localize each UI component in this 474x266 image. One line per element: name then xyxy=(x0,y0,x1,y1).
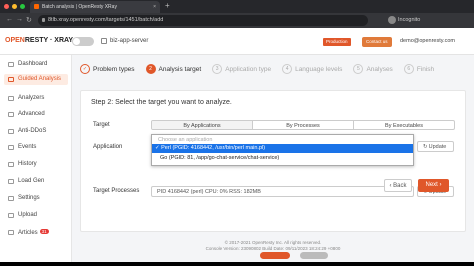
footer-toggle-primary[interactable] xyxy=(260,252,290,259)
target-processes-label: Target Processes xyxy=(93,188,140,194)
sidebar-item-upload[interactable]: Upload xyxy=(4,210,68,221)
history-icon xyxy=(8,162,14,167)
tab-close-icon[interactable]: × xyxy=(153,4,156,10)
guided-analysis-icon xyxy=(8,77,14,82)
next-button[interactable]: Next › xyxy=(418,179,449,192)
new-tab-button[interactable]: + xyxy=(165,1,170,10)
step-panel: Step 2: Select the target you want to an… xyxy=(80,90,466,232)
load-gen-icon xyxy=(8,179,14,184)
footer-toggle-secondary[interactable] xyxy=(300,252,328,259)
back-nav-icon[interactable]: ← xyxy=(6,16,13,23)
target-label: Target xyxy=(93,122,110,128)
application-label: Application xyxy=(93,144,123,150)
target-processes-select[interactable]: PID 4168442 (perl) CPU: 0% RSS: 182MB xyxy=(151,186,414,197)
close-window-icon[interactable] xyxy=(4,4,9,9)
dropdown-placeholder: Choose an application xyxy=(158,137,213,143)
step-application-type: 3 Application type xyxy=(212,64,271,74)
dropdown-option-go[interactable]: Go (PGID: 81, /app/go-chat-service/chat-… xyxy=(160,155,279,161)
sidebar-item-dashboard[interactable]: Dashboard xyxy=(4,59,68,70)
panel-title: Step 2: Select the target you want to an… xyxy=(91,99,232,106)
footer: © 2017-2021 OpenResty Inc. All rights re… xyxy=(72,240,474,251)
sidebar-item-analyzers[interactable]: Analyzers xyxy=(4,93,68,104)
sidebar-item-anti-ddos[interactable]: Anti-DDoS xyxy=(4,126,68,137)
address-bar-row: ← → ↻ 8tlb.xray.openresty.com/targets/14… xyxy=(0,13,474,28)
sidebar: Dashboard Guided Analysis Analyzers Adva… xyxy=(0,55,72,262)
incognito-label: Incognito xyxy=(398,17,421,23)
step-language-levels: 4 Language levels xyxy=(282,64,342,74)
sidebar-item-settings[interactable]: Settings xyxy=(4,193,68,204)
mode-toggle[interactable] xyxy=(72,37,94,46)
server-name[interactable]: biz-app-server xyxy=(110,38,148,44)
sidebar-item-history[interactable]: History xyxy=(4,159,68,170)
reload-icon[interactable]: ↻ xyxy=(26,16,32,24)
step-finish: 6 Finish xyxy=(403,64,434,74)
upload-icon xyxy=(8,213,14,218)
favicon-icon xyxy=(34,4,39,9)
target-segmented-control: By Applications By Processes By Executab… xyxy=(151,120,455,130)
analyzers-icon xyxy=(8,96,14,101)
sidebar-item-events[interactable]: Events xyxy=(4,142,68,153)
app-window: OPENRESTY · XRAY biz-app-server Producti… xyxy=(0,28,474,262)
shield-icon xyxy=(8,129,14,134)
sidebar-item-guided-analysis[interactable]: Guided Analysis xyxy=(4,74,68,85)
browser-tabbar: Batch analysis | OpenResty XRay × + xyxy=(0,0,474,13)
incognito-icon[interactable] xyxy=(388,16,396,24)
url-field[interactable]: 8tlb.xray.openresty.com/targets/1451/bat… xyxy=(38,15,368,26)
tab-by-processes[interactable]: By Processes xyxy=(253,121,354,129)
tab-by-executables[interactable]: By Executables xyxy=(354,121,454,129)
contact-button[interactable]: Contact us xyxy=(362,37,392,47)
checkmark-icon: ✓ xyxy=(80,64,90,74)
gear-icon xyxy=(8,196,14,201)
step-problem-types[interactable]: ✓ Problem types xyxy=(80,64,135,74)
articles-icon xyxy=(8,230,14,235)
footer-version: Console Version: 23090802 Build Date: 09… xyxy=(205,245,341,251)
back-button[interactable]: ‹ Back xyxy=(384,179,412,192)
tab-by-applications[interactable]: By Applications xyxy=(152,121,253,129)
server-icon xyxy=(101,38,107,44)
wizard-steps: ✓ Problem types 2 Analysis target 3 Applica… xyxy=(80,58,466,80)
step-analyses: 5 Analyses xyxy=(353,64,393,74)
advanced-icon xyxy=(8,112,14,117)
articles-badge: 31 xyxy=(39,229,49,234)
minimize-window-icon[interactable] xyxy=(12,4,17,9)
events-icon xyxy=(8,145,14,150)
window-controls[interactable] xyxy=(4,4,25,9)
sidebar-item-advanced[interactable]: Advanced xyxy=(4,109,68,120)
production-badge: Production xyxy=(323,38,351,46)
url-text: 8tlb.xray.openresty.com/targets/1451/bat… xyxy=(48,17,164,23)
logo[interactable]: OPENRESTY · XRAY xyxy=(5,37,73,44)
user-menu[interactable]: demo@openresty.com xyxy=(400,38,455,44)
dropdown-option-perl[interactable]: ✓ Perl (PGID: 4168442, /usr/bin/perl mai… xyxy=(152,144,413,153)
browser-tab[interactable]: Batch analysis | OpenResty XRay × xyxy=(30,1,160,13)
dashboard-icon xyxy=(8,62,14,67)
sidebar-item-load-gen[interactable]: Load Gen xyxy=(4,176,68,187)
sidebar-item-articles[interactable]: Articles 31 xyxy=(4,227,68,238)
maximize-window-icon[interactable] xyxy=(20,4,25,9)
forward-nav-icon[interactable]: → xyxy=(16,16,23,23)
tab-title: Batch analysis | OpenResty XRay xyxy=(42,4,117,10)
step-analysis-target[interactable]: 2 Analysis target xyxy=(145,64,201,74)
application-dropdown[interactable]: Choose an application ✓ Perl (PGID: 4168… xyxy=(151,134,414,166)
lock-icon xyxy=(42,18,45,22)
update-applications-button[interactable]: ↻Update xyxy=(417,141,454,152)
app-header: OPENRESTY · XRAY biz-app-server Producti… xyxy=(0,28,474,55)
refresh-icon: ↻ xyxy=(423,144,428,150)
